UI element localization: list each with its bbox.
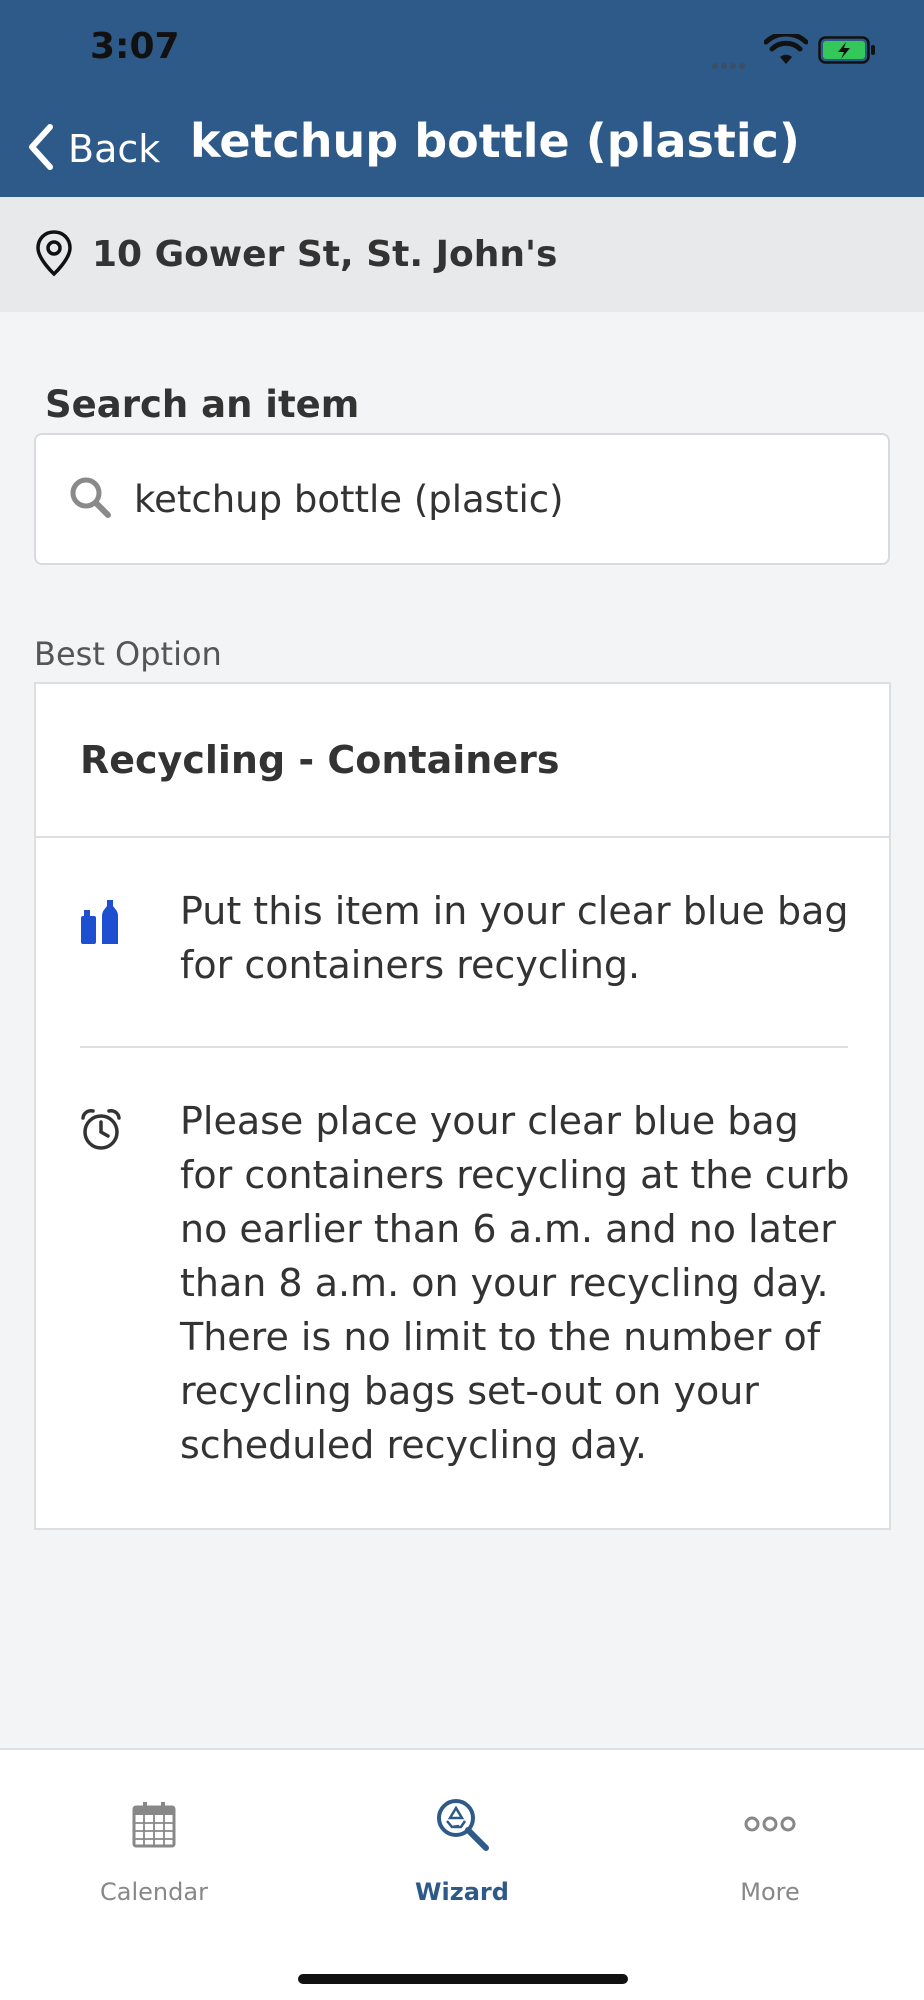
tab-wizard[interactable]: Wizard xyxy=(308,1750,616,1950)
location-pin-icon xyxy=(34,229,74,281)
result-header: Recycling - Containers xyxy=(36,684,889,838)
search-box[interactable] xyxy=(34,433,890,565)
page-title: ketchup bottle (plastic) xyxy=(190,114,800,168)
divider xyxy=(80,1046,848,1048)
instruction-item: Put this item in your clear blue bag for… xyxy=(80,884,850,1044)
best-option-label: Best Option xyxy=(34,635,222,673)
tab-label: Calendar xyxy=(100,1878,208,1906)
battery-charging-icon xyxy=(818,36,876,68)
search-input[interactable] xyxy=(134,477,854,521)
chevron-left-icon xyxy=(26,123,54,175)
tab-label: More xyxy=(740,1878,800,1906)
more-dots-icon xyxy=(744,1794,796,1854)
status-bar: 3:07 xyxy=(0,0,924,100)
instruction-text: Put this item in your clear blue bag for… xyxy=(180,889,849,987)
home-indicator[interactable] xyxy=(298,1974,628,1984)
result-card: Recycling - Containers Put this item in … xyxy=(34,682,891,1530)
bottles-icon xyxy=(80,898,120,950)
recycle-search-icon xyxy=(434,1794,490,1854)
app-header: 3:07 Back ketchup bottle (plastic) xyxy=(0,0,924,197)
calendar-icon xyxy=(132,1794,176,1854)
back-label: Back xyxy=(68,127,161,171)
search-icon xyxy=(68,475,112,523)
search-label: Search an item xyxy=(45,383,360,426)
navigation-bar: Back ketchup bottle (plastic) xyxy=(0,100,924,197)
back-button[interactable]: Back xyxy=(26,124,160,174)
result-title: Recycling - Containers xyxy=(80,738,560,782)
tab-bar: Calendar Wizard More xyxy=(0,1748,924,2000)
location-bar[interactable]: 10 Gower St, St. John's xyxy=(0,197,924,312)
tab-calendar[interactable]: Calendar xyxy=(0,1750,308,1950)
alarm-clock-icon xyxy=(80,1108,122,1156)
address-text: 10 Gower St, St. John's xyxy=(92,234,558,275)
cellular-signal-icon xyxy=(712,54,748,73)
status-time: 3:07 xyxy=(90,26,180,67)
tab-label: Wizard xyxy=(415,1878,509,1906)
instruction-text: Please place your clear blue bag for con… xyxy=(180,1099,850,1467)
instruction-item: Please place your clear blue bag for con… xyxy=(80,1094,850,1494)
tab-more[interactable]: More xyxy=(616,1750,924,1950)
wifi-icon xyxy=(763,31,809,70)
